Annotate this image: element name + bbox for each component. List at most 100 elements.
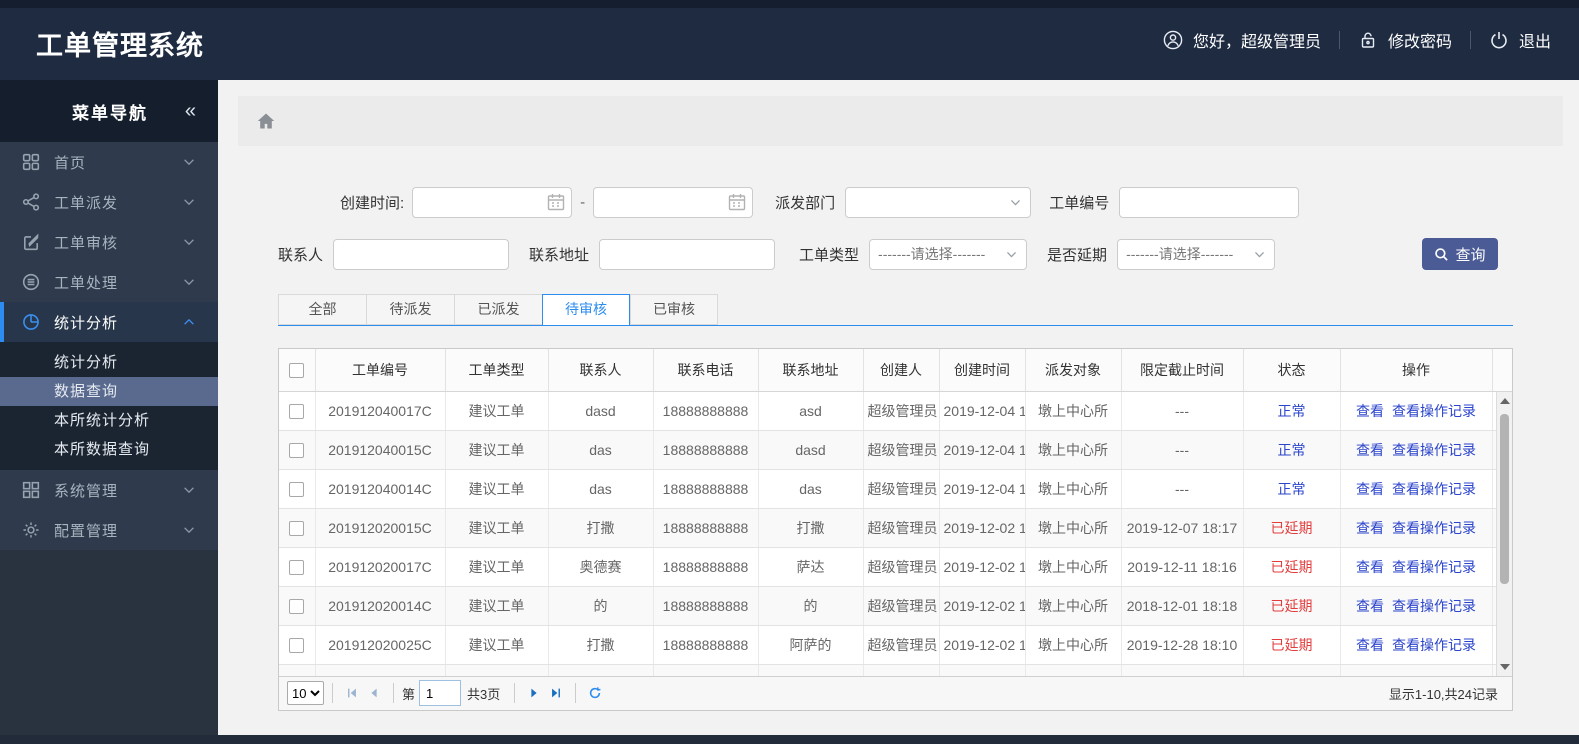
status-cell: 正常 [1243,430,1341,470]
row-checkbox[interactable] [289,482,305,498]
order-no-input[interactable] [1119,186,1300,218]
column-header: 状态 [1243,349,1341,392]
table-row: 201912040017C 建议工单 dasd 18888888888 asd 超级管理员… [279,391,1512,431]
workorder-table-card: 工单编号 工单类型 联系人 联系电话 联系地址 创建人 创建时间 派发对象 限定截止时间 状态 操作… [278,348,1513,711]
edit-icon [22,233,40,251]
sidebar-collapse-icon[interactable]: « [185,100,196,123]
sidebar-item-system[interactable]: 系统管理 [0,470,218,510]
sidebar-item-process[interactable]: 工单处理 [0,262,218,302]
table-cell: das [548,430,654,470]
sidebar-item-stats[interactable]: 统计分析 [0,302,218,342]
view-log-link[interactable]: 查看操作记录 [1392,442,1476,458]
table-rows: 201912040017C 建议工单 dasd 18888888888 asd 超级管理员… [279,391,1512,676]
chevron-down-icon [182,275,196,289]
calendar-icon[interactable] [546,192,566,212]
refresh-button[interactable] [584,682,606,704]
order-no-label: 工单编号 [1049,194,1110,212]
view-link[interactable]: 查看 [1356,637,1384,653]
row-checkbox[interactable] [289,443,305,459]
sidebar-title: 菜单导航 [72,103,148,123]
filter-row-2: 联系人 联系地址 工单类型 -------请选择------- 是否延期 ---… [278,238,1513,270]
sidebar-item-config[interactable]: 配置管理 [0,510,218,550]
sidebar-item-label: 系统管理 [54,482,119,500]
select-all-checkbox[interactable] [289,363,305,379]
dept-select[interactable] [845,186,1032,218]
logout-button[interactable]: 退出 [1489,28,1551,52]
view-link[interactable]: 查看 [1356,520,1384,536]
table-cell: 打撒 [758,508,864,548]
sidebar-item-dispatch[interactable]: 工单派发 [0,182,218,222]
table-cell: 墩上中心所 [1025,625,1122,665]
view-link[interactable]: 查看 [1356,442,1384,458]
table-cell: 201912040015C [315,430,446,470]
table-cell: 超级管理员 [863,625,940,665]
view-link[interactable]: 查看 [1356,403,1384,419]
scrollbar-up-arrow-icon[interactable] [1500,397,1510,404]
row-checkbox[interactable] [289,560,305,576]
search-button[interactable]: 查询 [1422,238,1498,270]
contact-input[interactable] [333,238,510,270]
status-badge: 已延期 [1270,559,1313,575]
sidebar-item-home[interactable]: 首页 [0,142,218,182]
scrollbar-thumb[interactable] [1500,413,1509,584]
tab-3[interactable]: 待审核 [542,294,630,326]
table-header-row: 工单编号 工单类型 联系人 联系电话 联系地址 创建人 创建时间 派发对象 限定截止时间 状态 操作 [279,349,1512,392]
scrollbar-down-arrow-icon[interactable] [1500,663,1510,670]
sidebar-subitem[interactable]: 数据查询 [0,377,218,406]
view-link[interactable]: 查看 [1356,481,1384,497]
view-log-link[interactable]: 查看操作记录 [1392,403,1476,419]
view-link[interactable]: 查看 [1356,598,1384,614]
view-log-link[interactable]: 查看操作记录 [1392,520,1476,536]
last-page-button[interactable] [545,682,567,704]
row-select-cell [279,469,316,509]
type-select[interactable]: -------请选择------- [869,238,1028,270]
page-size-select[interactable]: 10 [287,681,324,705]
row-checkbox[interactable] [289,638,305,654]
tab-4[interactable]: 已审核 [630,294,718,325]
change-password-button[interactable]: 修改密码 [1358,28,1452,52]
workorder-table: 工单编号 工单类型 联系人 联系电话 联系地址 创建人 创建时间 派发对象 限定截止时间 状态 操作 [279,349,1512,392]
sidebar-subitem[interactable]: 统计分析 [0,348,218,377]
column-header: 创建人 [863,349,940,392]
view-log-link[interactable]: 查看操作记录 [1392,598,1476,614]
row-select-cell [279,625,316,665]
row-checkbox[interactable] [289,599,305,615]
user-greeting[interactable]: 您好，超级管理员 [1163,28,1321,52]
delay-label: 是否延期 [1047,246,1108,264]
sidebar-item-review[interactable]: 工单审核 [0,222,218,262]
table-cell [939,664,1026,676]
address-input[interactable] [599,238,776,270]
row-checkbox[interactable] [289,521,305,537]
table-scrollbar[interactable] [1496,391,1512,676]
delay-select[interactable]: -------请选择------- [1117,238,1276,270]
prev-page-button[interactable] [363,682,385,704]
table-cell: 2019-12-02 16 [939,586,1026,626]
tab-2[interactable]: 已派发 [454,294,542,325]
workorder-app: 工单管理系统 您好，超级管理员 修改密码 退出 菜单导航 « 首页 工单派发 工… [0,0,1579,744]
type-select-value: -------请选择------- [878,246,986,262]
status-cell: 已延期 [1243,508,1341,548]
sidebar-subitem[interactable]: 本所数据查询 [0,435,218,464]
sidebar-item-label: 配置管理 [54,522,119,540]
next-page-button[interactable] [523,682,545,704]
actions-cell: 查看 查看操作记录 [1340,625,1493,665]
calendar-icon[interactable] [727,192,747,212]
view-log-link[interactable]: 查看操作记录 [1392,559,1476,575]
page-number-input[interactable] [419,680,462,706]
column-header: 创建时间 [939,349,1026,392]
column-header: 工单类型 [445,349,549,392]
view-log-link[interactable]: 查看操作记录 [1392,637,1476,653]
chevron-down-icon [182,523,196,537]
first-page-button[interactable] [341,682,363,704]
row-checkbox[interactable] [289,404,305,420]
chevron-down-icon [1005,248,1018,261]
tab-1[interactable]: 待派发 [366,294,454,325]
view-log-link[interactable]: 查看操作记录 [1392,481,1476,497]
tab-0[interactable]: 全部 [278,294,366,325]
chevron-down-icon [182,195,196,209]
header-divider [1469,31,1471,49]
sidebar-subitem[interactable]: 本所统计分析 [0,406,218,435]
table-cell: 2019-12-04 15 [939,469,1026,509]
home-icon[interactable] [256,111,276,131]
view-link[interactable]: 查看 [1356,559,1384,575]
